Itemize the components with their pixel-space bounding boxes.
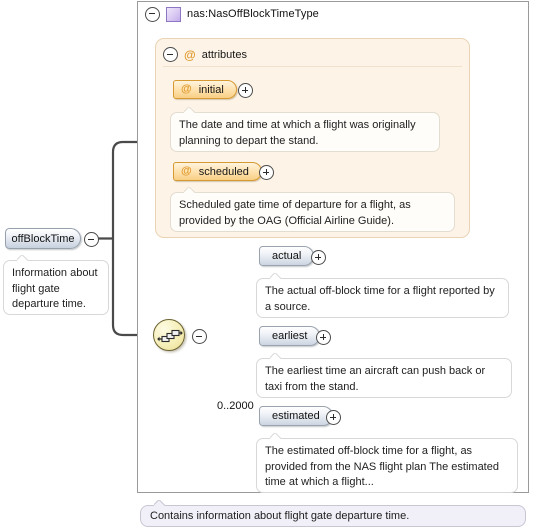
documentation-initial: The date and time at which a flight was … (170, 112, 440, 152)
sequence-compositor-icon[interactable] (153, 319, 185, 351)
element-actual[interactable]: actual (259, 246, 315, 266)
attribute-initial[interactable]: @ initial (173, 80, 237, 99)
element-earliest[interactable]: earliest (259, 326, 321, 346)
documentation-footer: Contains information about flight gate d… (140, 505, 526, 527)
bubble-notch (184, 107, 196, 113)
element-offblocktime[interactable]: offBlockTime (5, 228, 81, 249)
expand-toggle-estimated[interactable] (326, 410, 341, 425)
attribute-scheduled-label: scheduled (198, 165, 249, 178)
collapse-toggle-type[interactable] (145, 6, 160, 22)
attributes-group-header: @ attributes (163, 47, 247, 62)
documentation-scheduled-text: Scheduled gate time of departure for a f… (179, 199, 411, 227)
collapse-toggle-sequence[interactable] (192, 329, 207, 344)
element-actual-label: actual (272, 250, 302, 262)
documentation-earliest-text: The earliest time an aircraft can push b… (265, 365, 486, 393)
attributes-divider (163, 66, 462, 67)
documentation-actual-text: The actual off-block time for a flight r… (265, 285, 495, 313)
element-earliest-label: earliest (272, 330, 308, 342)
bubble-notch (270, 353, 282, 359)
documentation-offblocktime-text: Information about flight gate departure … (12, 267, 98, 310)
documentation-footer-text: Contains information about flight gate d… (150, 510, 410, 522)
documentation-earliest: The earliest time an aircraft can push b… (256, 358, 512, 398)
attribute-initial-label: initial (198, 83, 224, 96)
at-sign-icon: @ (181, 165, 192, 177)
element-estimated-label: estimated (272, 410, 320, 422)
bubble-notch (154, 500, 166, 506)
complex-type-title: nas:NasOffBlockTimeType (187, 8, 319, 20)
documentation-initial-text: The date and time at which a flight was … (179, 119, 416, 147)
documentation-actual: The actual off-block time for a flight r… (256, 278, 509, 318)
expand-toggle-actual[interactable] (311, 250, 326, 265)
attributes-group-label: attributes (201, 48, 247, 61)
collapse-toggle-attributes[interactable] (163, 47, 178, 62)
complex-type-icon (166, 6, 181, 22)
expand-toggle-initial[interactable] (238, 83, 253, 98)
element-offblocktime-label: offBlockTime (11, 232, 75, 245)
bubble-notch (270, 433, 282, 439)
documentation-estimated: The estimated off-block time for a fligh… (256, 438, 518, 493)
documentation-estimated-text: The estimated off-block time for a fligh… (265, 445, 499, 488)
occurrence-label: 0..2000 (217, 400, 254, 412)
at-sign-icon: @ (181, 83, 192, 95)
bubble-notch (270, 273, 282, 279)
complex-type-header: nas:NasOffBlockTimeType (145, 5, 319, 23)
documentation-scheduled: Scheduled gate time of departure for a f… (170, 192, 455, 232)
schema-diagram-canvas: nas:NasOffBlockTimeType @ attributes @ i… (0, 0, 536, 530)
bubble-notch (17, 255, 29, 261)
element-estimated[interactable]: estimated (259, 406, 333, 426)
documentation-offblocktime: Information about flight gate departure … (3, 260, 109, 315)
expand-toggle-earliest[interactable] (316, 330, 331, 345)
collapse-toggle-offblocktime[interactable] (84, 232, 99, 247)
bubble-notch (184, 187, 196, 193)
attribute-scheduled[interactable]: @ scheduled (173, 162, 262, 181)
at-sign-icon: @ (184, 47, 196, 62)
expand-toggle-scheduled[interactable] (259, 165, 274, 180)
